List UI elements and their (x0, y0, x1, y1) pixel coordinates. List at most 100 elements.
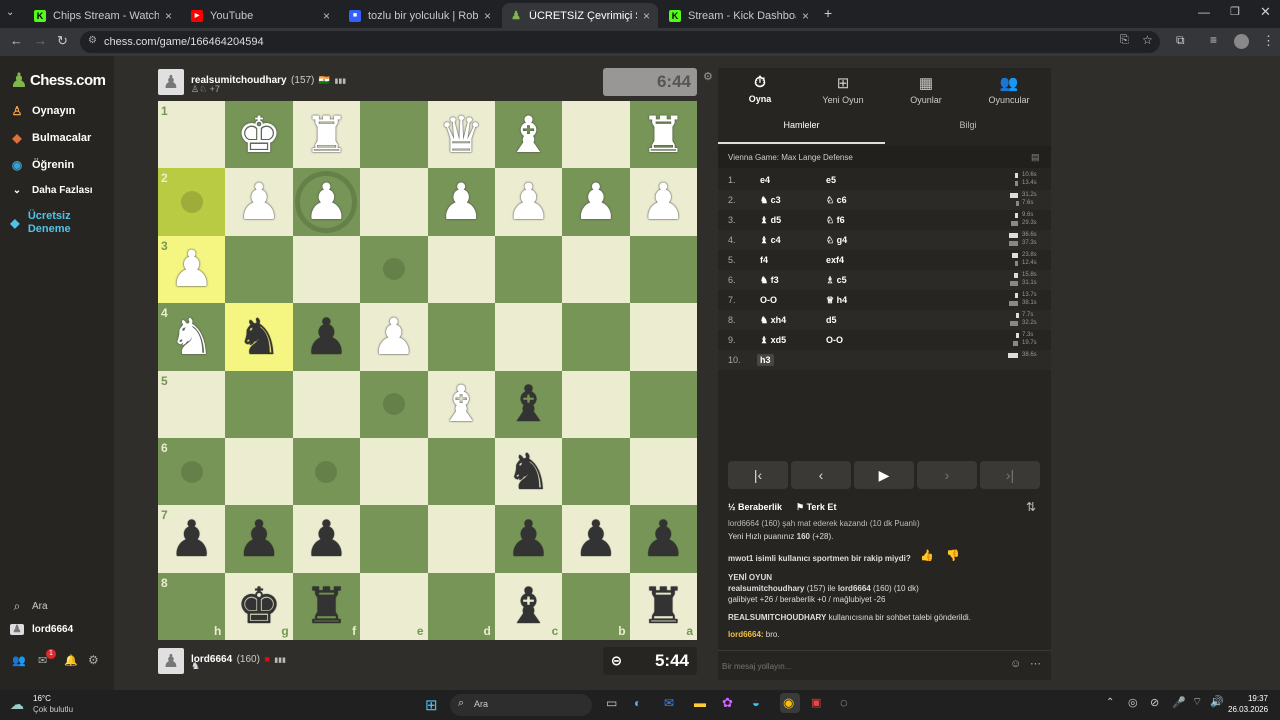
white-rook-piece[interactable]: ♜ (641, 110, 686, 160)
square-f8[interactable]: ♜ f (292, 572, 361, 641)
white-pawn-piece[interactable]: ♟ (169, 244, 214, 294)
sidebar-item-play[interactable]: ♙ Oynayın (10, 104, 76, 118)
square-a3[interactable] (629, 235, 698, 304)
square-g4[interactable]: ♞ (225, 303, 293, 371)
white-move[interactable]: ♝ xd5 (760, 335, 786, 346)
close-icon[interactable]: × (165, 9, 172, 23)
friends-icon[interactable]: 👥 (12, 654, 26, 667)
wifi-icon[interactable]: ⌔ (1192, 695, 1202, 709)
white-queen-piece[interactable]: ♛ (439, 110, 484, 160)
site-info-icon[interactable]: ⚙ (88, 35, 97, 46)
square-h6[interactable]: 6 (158, 437, 226, 506)
first-move-button[interactable]: |‹ (728, 461, 788, 489)
square-h3[interactable]: ♟ 3 (158, 235, 226, 304)
tray-icon[interactable]: ◎ (1128, 696, 1138, 709)
opening-name[interactable]: Vienna Game: Max Lange Defense (728, 153, 853, 162)
browser-tab[interactable]: ■tozlu bir yolculuk | Roblox'ta Oy× (341, 3, 499, 28)
previous-move-button[interactable]: ‹ (791, 461, 851, 489)
task-view-icon[interactable]: ▭ (606, 696, 617, 710)
square-g5[interactable] (225, 370, 293, 438)
square-d6[interactable] (427, 437, 495, 506)
white-move[interactable]: O-O (760, 295, 777, 305)
next-move-button[interactable]: › (917, 461, 977, 489)
black-king-piece[interactable]: ♚ (237, 581, 282, 631)
white-pawn-piece[interactable]: ♟ (506, 177, 551, 227)
maximize-button[interactable]: ❐ (1230, 5, 1240, 18)
install-icon[interactable]: ⎘ (1120, 34, 1129, 47)
square-c3[interactable] (494, 235, 563, 304)
square-a2[interactable]: ♟ (629, 168, 698, 236)
clock-date[interactable]: 26.03.2026 (1228, 705, 1268, 714)
copilot-icon[interactable]: ✿ (722, 695, 733, 711)
black-move[interactable]: e5 (826, 175, 836, 185)
white-move[interactable]: ♝ c4 (760, 235, 781, 246)
white-move[interactable]: ♞ xh4 (760, 315, 786, 326)
white-move[interactable]: ♝ d5 (760, 215, 781, 226)
tray-chevron-icon[interactable]: ⌃ (1106, 697, 1114, 708)
tray-icon-2[interactable]: ⊘ (1150, 696, 1159, 709)
weather-temp[interactable]: 16°C (33, 694, 51, 703)
resign-button[interactable]: ⚑ Terk Et (796, 502, 836, 513)
square-d1[interactable]: ♛ (427, 101, 495, 169)
tab-play[interactable]: ⏱ Oyna (720, 74, 800, 104)
square-g6[interactable] (225, 437, 293, 506)
sidebar-item-puzzles[interactable]: ◆ Bulmacalar (10, 131, 91, 145)
thumbs-up-icon[interactable]: 👍 (920, 551, 934, 562)
steam-icon[interactable]: ◐ (634, 696, 641, 710)
square-h4[interactable]: ♞ 4 (158, 303, 226, 371)
square-c2[interactable]: ♟ (494, 168, 563, 236)
black-pawn-piece[interactable]: ♟ (169, 514, 214, 564)
sidepanel-icon[interactable]: ≡ (1210, 33, 1217, 47)
tab-new-game[interactable]: ⊞ Yeni Oyun (803, 74, 883, 105)
square-f4[interactable]: ♟ (292, 303, 361, 371)
bookmark-star-icon[interactable]: ☆ (1142, 33, 1153, 47)
mic-icon[interactable]: 🎤 (1172, 696, 1186, 709)
window-close-button[interactable]: ✕ (1260, 4, 1271, 20)
tab-players[interactable]: 👥 Oyuncular (969, 74, 1049, 105)
white-move[interactable]: f4 (760, 255, 768, 265)
square-d2[interactable]: ♟ (427, 168, 495, 236)
chat-input[interactable] (722, 657, 992, 675)
square-f1[interactable]: ♜ (292, 101, 361, 169)
black-move[interactable]: O-O (826, 335, 843, 345)
square-h1[interactable]: 1 (158, 101, 226, 169)
weather-desc[interactable]: Çok bulutlu (33, 705, 73, 714)
black-pawn-piece[interactable]: ♟ (304, 312, 349, 362)
sidebar-user[interactable]: ♟ lord6664 (10, 624, 73, 635)
forward-icon[interactable]: → (34, 33, 47, 48)
square-g8[interactable]: ♚ g (225, 572, 293, 641)
black-bishop-piece[interactable]: ♝ (506, 581, 551, 631)
draw-button[interactable]: ½ Beraberlik (728, 502, 782, 512)
legal-move-dot[interactable] (315, 460, 338, 483)
white-rook-piece[interactable]: ♜ (304, 110, 349, 160)
url-field[interactable]: ⚙ chess.com/game/166464204594 ⎘ ☆ (80, 31, 1160, 53)
black-pawn-piece[interactable]: ♟ (506, 514, 551, 564)
reload-icon[interactable]: ↻ (57, 33, 68, 49)
square-e6[interactable] (360, 437, 428, 506)
white-pawn-piece[interactable]: ♟ (237, 177, 282, 227)
black-move[interactable]: exf4 (826, 255, 844, 265)
book-icon[interactable]: ▤ (1031, 152, 1040, 163)
flip-board-icon[interactable]: ⇅ (1026, 500, 1036, 514)
square-h7[interactable]: ♟ 7 (158, 505, 226, 573)
white-pawn-piece[interactable]: ♟ (574, 177, 619, 227)
black-move[interactable]: ♘ g4 (826, 235, 847, 246)
close-icon[interactable]: × (643, 9, 650, 23)
legal-move-dot[interactable] (180, 460, 203, 483)
folder-icon[interactable]: ▬ (694, 696, 706, 710)
black-move[interactable]: ♘ f6 (826, 215, 845, 226)
black-pawn-piece[interactable]: ♟ (237, 514, 282, 564)
app-icon[interactable]: ▣ (811, 696, 821, 709)
taskbar-search[interactable]: ⌕ Ara (450, 694, 592, 716)
square-b8[interactable]: b (562, 572, 630, 641)
square-d8[interactable]: d (427, 572, 495, 641)
tab-games[interactable]: ▦ Oyunlar (886, 74, 966, 105)
browser-tab[interactable]: ▶ YouTube × (183, 3, 338, 28)
square-f5[interactable] (292, 370, 361, 438)
legal-move-dot[interactable] (180, 191, 203, 214)
square-a1[interactable]: ♜ (629, 101, 698, 169)
square-g1[interactable]: ♚ (225, 101, 293, 169)
square-a8[interactable]: ♜ a (629, 572, 698, 641)
square-a7[interactable]: ♟ (629, 505, 698, 573)
square-g3[interactable] (225, 235, 293, 304)
